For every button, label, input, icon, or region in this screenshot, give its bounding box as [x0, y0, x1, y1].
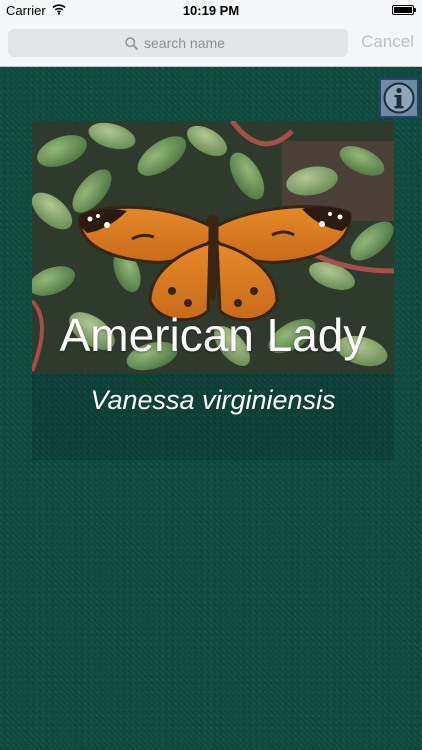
- info-button[interactable]: [379, 78, 419, 118]
- cancel-button[interactable]: Cancel: [361, 32, 414, 52]
- status-bar: Carrier 10:19 PM: [0, 0, 422, 20]
- battery-level: [394, 7, 412, 13]
- common-name: American Lady: [59, 309, 367, 361]
- search-bar: Cancel: [0, 20, 422, 67]
- search-input[interactable]: [144, 29, 334, 57]
- battery-icon: [392, 5, 416, 15]
- scientific-name: Vanessa virginiensis: [90, 385, 336, 415]
- info-icon: [383, 82, 415, 114]
- search-field[interactable]: [8, 29, 348, 57]
- search-icon: [125, 37, 138, 50]
- species-card[interactable]: American Lady Vanessa virginiensis: [32, 121, 394, 460]
- clock: 10:19 PM: [182, 3, 240, 18]
